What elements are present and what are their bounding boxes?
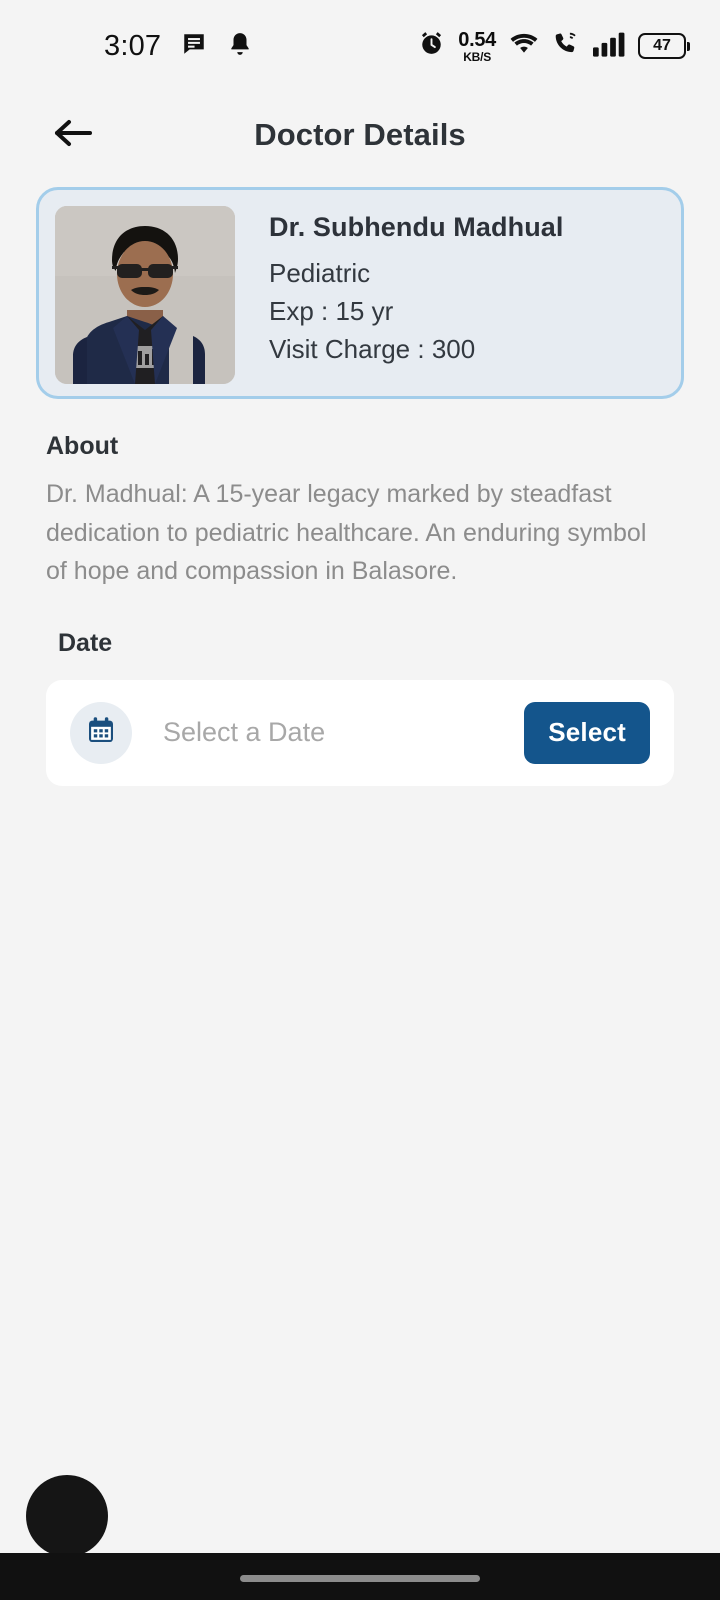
status-bar-clock: 3:07 (104, 29, 162, 62)
battery-level: 47 (653, 37, 671, 54)
about-heading: About (46, 432, 119, 460)
date-picker-row[interactable]: Select a Date Select (46, 679, 674, 786)
calendar-icon-button[interactable] (70, 701, 132, 764)
app-bar: Doctor Details (0, 92, 720, 178)
signal-icon (593, 31, 625, 62)
floating-action-button[interactable] (26, 1475, 108, 1557)
doctor-experience: Exp : 15 yr (269, 295, 394, 326)
status-bar-right: 0.54 KB/S 47 (418, 30, 690, 63)
network-speed-unit: KB/S (463, 49, 492, 64)
date-input[interactable]: Select a Date (163, 717, 524, 748)
status-bar: 3:07 0.54 KB/S 47 (0, 0, 720, 92)
bell-icon (227, 31, 253, 62)
battery-indicator: 47 (638, 33, 690, 59)
message-icon (181, 31, 207, 62)
status-bar-left: 3:07 (104, 31, 253, 62)
arrow-left-icon (50, 113, 96, 158)
wifi-icon (509, 32, 539, 61)
doctor-photo (55, 206, 235, 384)
doctor-visit-charge: Visit Charge : 300 (269, 333, 476, 364)
doctor-info: Dr. Subhendu Madhual Pediatric Exp : 15 … (269, 206, 564, 369)
doctor-specialty: Pediatric (269, 258, 371, 288)
doctor-summary-card: Dr. Subhendu Madhual Pediatric Exp : 15 … (36, 187, 684, 399)
network-speed-indicator: 0.54 KB/S (458, 30, 496, 63)
date-heading: Date (58, 628, 113, 657)
alarm-icon (418, 30, 445, 62)
back-button[interactable] (36, 98, 110, 172)
doctor-name: Dr. Subhendu Madhual (269, 212, 564, 242)
about-text: Dr. Madhual: A 15-year legacy marked by … (46, 480, 647, 585)
system-navigation-bar (0, 1553, 720, 1600)
calendar-icon (85, 714, 117, 751)
home-gesture-pill[interactable] (240, 1575, 480, 1582)
select-date-button[interactable]: Select (524, 701, 650, 764)
network-speed-value: 0.54 (458, 28, 496, 51)
call-wifi-icon (552, 31, 580, 62)
